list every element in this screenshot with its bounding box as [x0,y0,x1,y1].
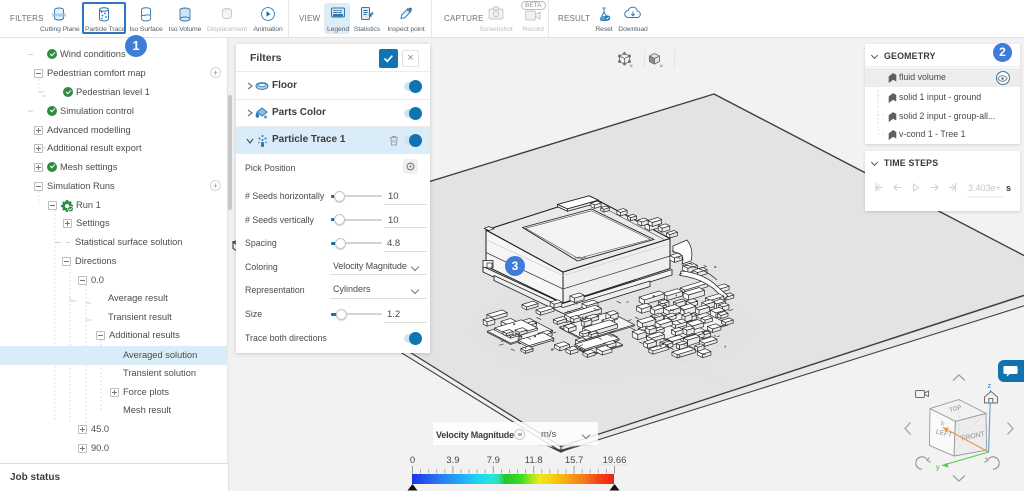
svg-text:y: y [936,463,940,472]
svg-text:7.9: 7.9 [487,455,500,466]
svg-text:3.9: 3.9 [446,455,459,466]
svg-text:15.7: 15.7 [565,455,584,466]
svg-text:19.66: 19.66 [603,455,627,466]
svg-text:x: x [941,419,945,428]
svg-text:11.8: 11.8 [525,455,543,466]
svg-text:0: 0 [410,455,415,466]
svg-text:z: z [988,381,992,390]
